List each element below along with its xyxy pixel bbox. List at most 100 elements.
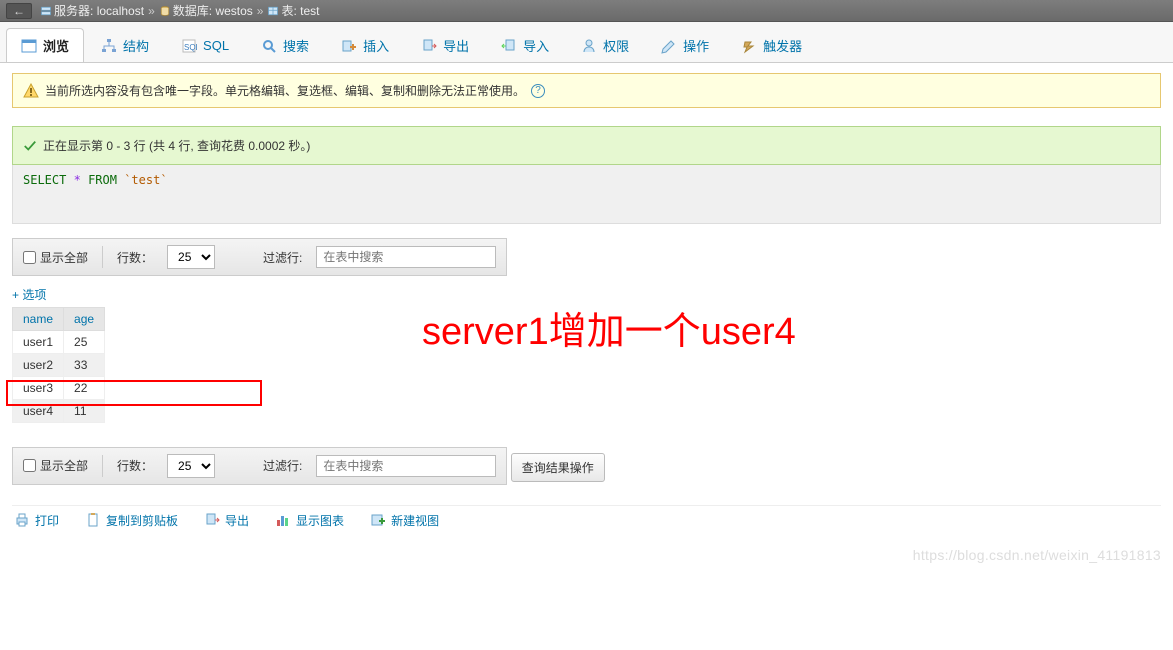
success-text: 正在显示第 0 - 3 行 (共 4 行, 查询花费 0.0002 秒。) [43, 137, 310, 154]
triggers-icon [741, 38, 757, 54]
table-row[interactable]: user4 11 [13, 400, 105, 423]
filter-label: 过滤行: [263, 249, 302, 266]
show-all-checkbox[interactable] [23, 459, 36, 472]
controls-bottom: 显示全部 行数： 25 过滤行: [12, 447, 507, 485]
divider [102, 246, 103, 268]
action-label: 复制到剪贴板 [106, 512, 178, 529]
tab-sql[interactable]: SQL SQL [166, 28, 244, 62]
clipboard-icon [85, 512, 101, 528]
table-row[interactable]: user2 33 [13, 354, 105, 377]
page-content: 当前所选内容没有包含唯一字段。单元格编辑、复选框、编辑、复制和删除无法正常使用。… [0, 63, 1173, 569]
tab-label: 权限 [603, 36, 629, 55]
cell-age: 33 [64, 354, 105, 377]
filter-label: 过滤行: [263, 457, 302, 474]
rows-label: 行数： [117, 249, 153, 266]
export-icon [421, 38, 437, 54]
sql-display: SELECT * FROM `test` [12, 165, 1161, 224]
show-all-label: 显示全部 [40, 457, 88, 474]
crumb-db-label: 数据库: [173, 2, 212, 19]
new-view-icon [370, 512, 386, 528]
chart-icon [275, 512, 291, 528]
tab-label: SQL [203, 38, 229, 53]
action-copy[interactable]: 复制到剪贴板 [85, 512, 178, 529]
action-label: 显示图表 [296, 512, 344, 529]
table-row[interactable]: user1 25 [13, 331, 105, 354]
action-print[interactable]: 打印 [14, 512, 59, 529]
rows-select[interactable]: 25 [167, 245, 215, 269]
filter-input-top[interactable] [316, 246, 496, 268]
tab-label: 操作 [683, 36, 709, 55]
insert-icon [341, 38, 357, 54]
help-icon[interactable]: ? [531, 84, 545, 98]
tab-label: 插入 [363, 36, 389, 55]
result-table: name age user1 25 user2 33 user3 22 [12, 307, 105, 423]
watermark: https://blog.csdn.net/weixin_41191813 [913, 547, 1161, 563]
sql-icon: SQL [181, 38, 197, 54]
crumb-table-label: 表: [281, 2, 296, 19]
export-icon [204, 512, 220, 528]
cell-name: user2 [13, 354, 64, 377]
database-icon [159, 5, 171, 17]
action-label: 新建视图 [391, 512, 439, 529]
tab-label: 触发器 [763, 36, 802, 55]
cell-age: 22 [64, 377, 105, 400]
tab-label: 结构 [123, 36, 149, 55]
cell-name: user3 [13, 377, 64, 400]
controls-top: 显示全部 行数： 25 过滤行: [12, 238, 507, 276]
crumb-db-value[interactable]: westos [215, 4, 252, 18]
tab-bar: 浏览 结构 SQL SQL 搜索 插入 导出 导入 权限 操作 触发器 [0, 22, 1173, 63]
action-export[interactable]: 导出 [204, 512, 249, 529]
breadcrumb-bar: ← 服务器: localhost » 数据库: westos » 表: test [0, 0, 1173, 22]
show-all-checkbox[interactable] [23, 251, 36, 264]
divider [102, 455, 103, 477]
show-all-label: 显示全部 [40, 249, 88, 266]
tab-import[interactable]: 导入 [486, 28, 564, 62]
result-ops-label: 查询结果操作 [511, 453, 605, 482]
col-header-name[interactable]: name [13, 308, 64, 331]
back-button[interactable]: ← [6, 3, 32, 19]
action-chart[interactable]: 显示图表 [275, 512, 344, 529]
rows-select[interactable]: 25 [167, 454, 215, 478]
cell-name: user1 [13, 331, 64, 354]
warning-notice: 当前所选内容没有包含唯一字段。单元格编辑、复选框、编辑、复制和删除无法正常使用。… [12, 73, 1161, 108]
cell-age: 11 [64, 400, 105, 423]
tab-export[interactable]: 导出 [406, 28, 484, 62]
success-notice: 正在显示第 0 - 3 行 (共 4 行, 查询花费 0.0002 秒。) [12, 126, 1161, 165]
check-icon [23, 139, 37, 153]
tab-operations[interactable]: 操作 [646, 28, 724, 62]
crumb-sep: » [257, 4, 264, 18]
tab-insert[interactable]: 插入 [326, 28, 404, 62]
action-label: 打印 [35, 512, 59, 529]
operations-icon [661, 38, 677, 54]
server-icon [40, 5, 52, 17]
sql-table: `test` [124, 173, 167, 187]
filter-input-bottom[interactable] [316, 455, 496, 477]
table-row[interactable]: user3 22 [13, 377, 105, 400]
tab-triggers[interactable]: 触发器 [726, 28, 817, 62]
crumb-table-value[interactable]: test [300, 4, 319, 18]
import-icon [501, 38, 517, 54]
result-area: + 选项 name age user1 25 user2 33 user3 [12, 286, 1161, 423]
show-all-top[interactable]: 显示全部 [23, 249, 88, 266]
cell-age: 25 [64, 331, 105, 354]
col-header-age[interactable]: age [64, 308, 105, 331]
annotation-text: server1增加一个user4 [422, 300, 796, 355]
structure-icon [101, 38, 117, 54]
action-view[interactable]: 新建视图 [370, 512, 439, 529]
rows-label: 行数： [117, 457, 153, 474]
tab-label: 浏览 [43, 36, 69, 55]
tab-privileges[interactable]: 权限 [566, 28, 644, 62]
tab-label: 导入 [523, 36, 549, 55]
privileges-icon [581, 38, 597, 54]
tab-label: 导出 [443, 36, 469, 55]
warning-icon [23, 83, 39, 99]
warning-text: 当前所选内容没有包含唯一字段。单元格编辑、复选框、编辑、复制和删除无法正常使用。 [45, 82, 525, 99]
tab-structure[interactable]: 结构 [86, 28, 164, 62]
tab-search[interactable]: 搜索 [246, 28, 324, 62]
tab-browse[interactable]: 浏览 [6, 28, 84, 62]
print-icon [14, 512, 30, 528]
crumb-server-value[interactable]: localhost [97, 4, 144, 18]
action-label: 导出 [225, 512, 249, 529]
sql-kw-from: FROM [88, 173, 117, 187]
show-all-bottom[interactable]: 显示全部 [23, 457, 88, 474]
